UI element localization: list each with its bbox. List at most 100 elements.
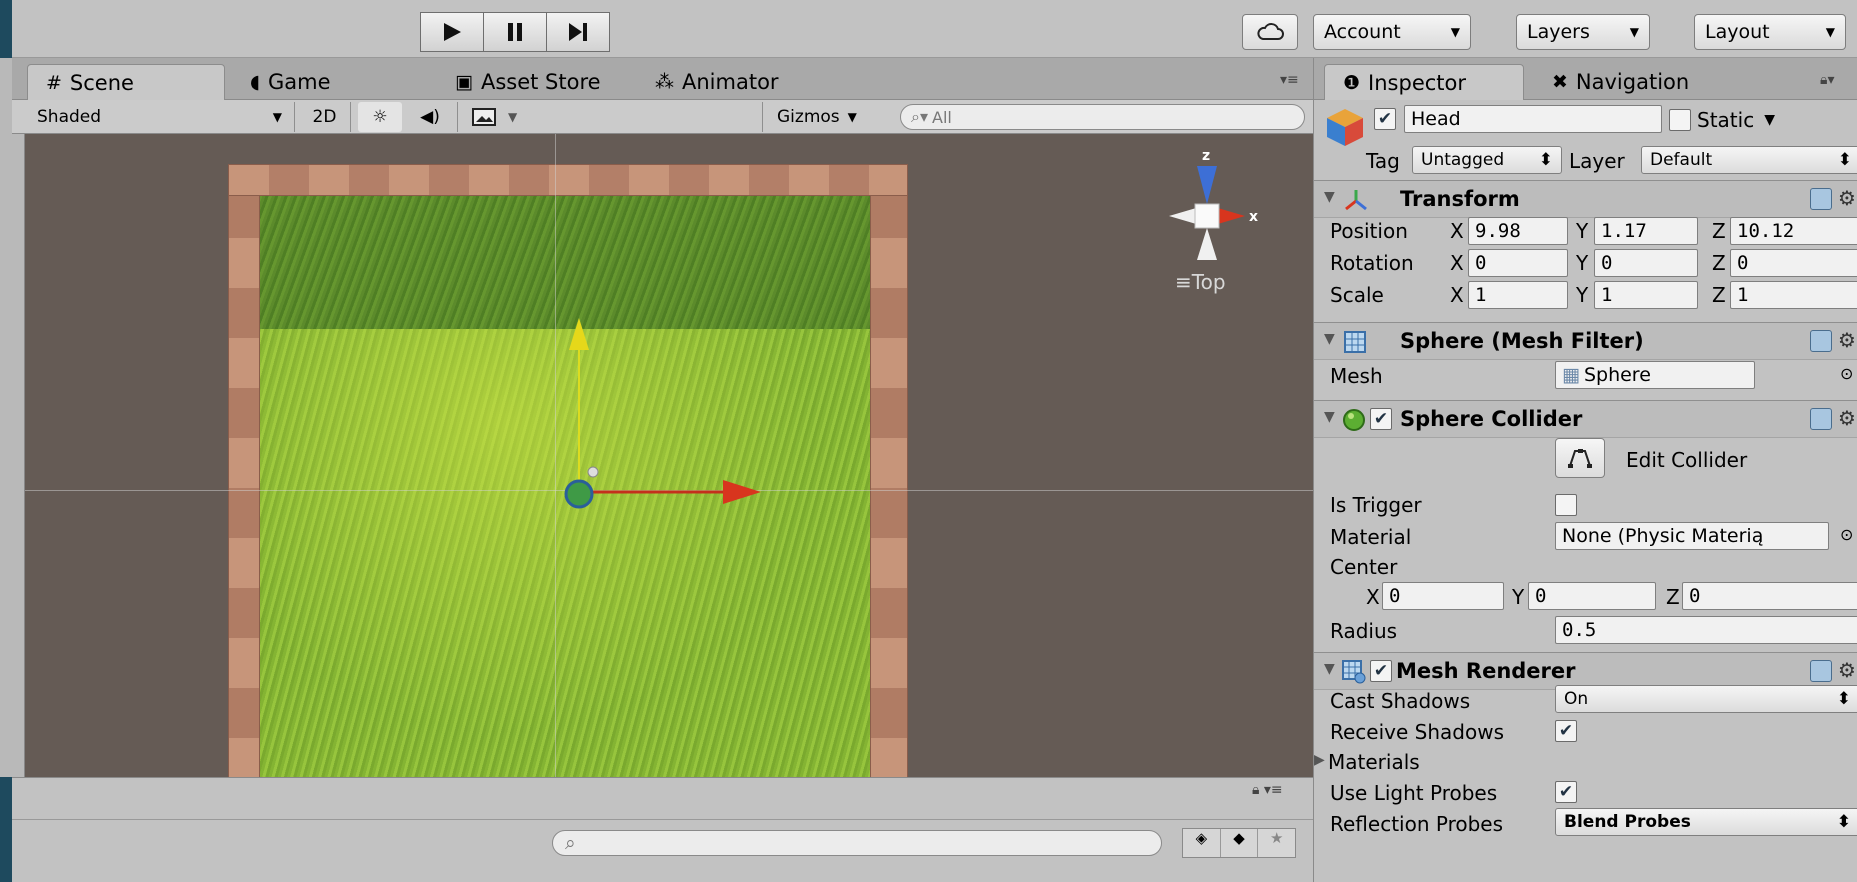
scale-x-field[interactable]: 1 [1468,281,1568,309]
scene-tab-bar: # Scene ◖ Game ▣ Asset Store ⁂ Animator … [12,58,1313,100]
foldout-arrow-icon[interactable]: ▼ [1324,331,1335,347]
position-label: Position [1330,219,1408,243]
move-gizmo[interactable] [535,304,775,514]
tag-dropdown[interactable]: Untagged ⬍ [1412,146,1562,174]
foldout-arrow-icon[interactable]: ▼ [1324,189,1335,205]
tab-navigation[interactable]: ✖ Navigation [1534,64,1754,100]
panel-menu-icon[interactable]: ▾≡ [1280,72,1299,88]
scene-viewport[interactable]: z x ≡Top [25,134,1313,777]
project-search-input[interactable]: ⌕ [552,830,1162,856]
lighting-toggle[interactable]: ☼ [358,102,402,132]
tag-icon[interactable]: ◆ [1219,829,1258,857]
cloud-button[interactable] [1242,14,1298,50]
pause-button[interactable] [484,12,547,52]
sphere-collider-header[interactable]: ▼ ✔ Sphere Collider ⚙ [1314,400,1857,438]
mesh-object-field[interactable]: ▦ Sphere [1555,361,1755,389]
materials-label[interactable]: Materials [1328,750,1420,774]
scale-z-field[interactable]: 1 [1730,281,1857,309]
layer-dropdown[interactable]: Default ⬍ [1641,146,1857,174]
tab-asset-store[interactable]: ▣ Asset Store [437,64,637,100]
audio-toggle[interactable]: ◀) [408,102,452,132]
star-icon[interactable]: ★ [1257,829,1295,857]
effects-dropdown[interactable]: ▼ [472,102,542,132]
layers-dropdown[interactable]: Layers ▼ [1516,14,1650,50]
x-axis-handle[interactable] [723,480,761,504]
gear-icon[interactable]: ⚙ [1838,658,1856,682]
mode-2d-toggle[interactable]: 2D [302,102,347,132]
rotation-y-field[interactable]: 0 [1594,249,1698,277]
cast-shadows-label: Cast Shadows [1330,689,1471,713]
help-book-icon[interactable] [1810,408,1832,430]
sphere-collider-icon [1343,409,1365,431]
use-light-probes-checkbox[interactable]: ✔ [1555,781,1577,803]
sphere-collider-enabled-checkbox[interactable]: ✔ [1370,408,1392,430]
play-button[interactable] [420,12,484,52]
tag-label: Tag [1366,149,1400,173]
step-button[interactable] [547,12,610,52]
object-picker-icon[interactable]: ⊙ [1840,364,1853,383]
tab-scene[interactable]: # Scene [27,64,225,100]
center-x-field[interactable]: 0 [1382,582,1504,610]
tab-game[interactable]: ◖ Game [232,64,422,100]
tab-game-label: Game [268,70,331,94]
is-trigger-checkbox[interactable] [1555,494,1577,516]
layout-dropdown[interactable]: Layout ▼ [1694,14,1846,50]
center-z-field[interactable]: 0 [1682,582,1857,610]
caret-updown-icon: ⬍ [1538,150,1553,170]
transform-header[interactable]: ▼ Transform ⚙ [1314,180,1857,218]
mesh-renderer-enabled-checkbox[interactable]: ✔ [1370,660,1392,682]
reflection-probes-dropdown[interactable]: Blend Probes ⬍ [1555,808,1857,836]
tab-animator[interactable]: ⁂ Animator [637,64,837,100]
orientation-gizmo[interactable]: z x [1155,146,1275,276]
center-y-field[interactable]: 0 [1528,582,1656,610]
tab-inspector[interactable]: ❶ Inspector [1324,64,1524,100]
help-book-icon[interactable] [1810,188,1832,210]
help-book-icon[interactable] [1810,330,1832,352]
shading-mode-dropdown[interactable]: Shaded ▼ [37,102,292,132]
edit-collider-button[interactable] [1555,438,1605,478]
material-label: Material [1330,525,1412,549]
active-checkbox[interactable]: ✔ [1374,108,1396,130]
foldout-arrow-icon[interactable]: ▼ [1324,409,1335,425]
foldout-arrow-icon[interactable]: ▶ [1314,752,1325,768]
shading-mode-label: Shaded [37,107,102,127]
gizmos-dropdown[interactable]: Gizmos ▼ [777,102,887,132]
gear-icon[interactable]: ⚙ [1838,328,1856,352]
axis-x-letter: X [1366,585,1380,609]
edit-collider-label: Edit Collider [1626,448,1748,472]
rotation-z-field[interactable]: 0 [1730,249,1857,277]
position-y-field[interactable]: 1.17 [1594,217,1698,245]
menu-icon: ≡ [1175,270,1192,294]
play-icon [444,23,461,41]
position-z-field[interactable]: 10.12 [1730,217,1857,245]
help-book-icon[interactable] [1810,660,1832,682]
lock-icon[interactable]: 🔒︎ ▾≡ [1252,782,1283,798]
y-axis-handle[interactable] [569,318,589,350]
radius-field[interactable]: 0.5 [1555,616,1857,644]
is-trigger-label: Is Trigger [1330,493,1422,517]
object-name-input[interactable]: Head [1404,105,1662,133]
static-checkbox[interactable] [1669,109,1691,131]
gear-icon[interactable]: ⚙ [1838,186,1856,210]
cast-shadows-dropdown[interactable]: On ⬍ [1555,685,1857,713]
mesh-filter-header[interactable]: ▼ Sphere (Mesh Filter) ⚙ [1314,322,1857,360]
static-toggle[interactable]: Static ▼ [1669,108,1775,132]
tab-navigation-label: Navigation [1575,70,1690,94]
lock-icon[interactable]: 🔒︎▾ [1820,72,1834,88]
mesh-icon: ▦ [1562,364,1580,386]
foldout-arrow-icon[interactable]: ▼ [1324,661,1335,677]
rotation-x-field[interactable]: 0 [1468,249,1568,277]
transform-title: Transform [1400,187,1520,211]
receive-shadows-checkbox[interactable]: ✔ [1555,720,1577,742]
account-dropdown[interactable]: Account ▼ [1313,14,1471,50]
selected-object-handle[interactable] [564,479,594,509]
main-toolbar: Account ▼ Layers ▼ Layout ▼ [12,0,1857,58]
material-object-field[interactable]: None (Physic Materią [1555,522,1829,550]
pause-icon [508,23,522,41]
object-picker-icon[interactable]: ⊙ [1840,525,1853,544]
gear-icon[interactable]: ⚙ [1838,406,1856,430]
scene-search-input[interactable]: ⌕▾ All [900,104,1305,130]
position-x-field[interactable]: 9.98 [1468,217,1568,245]
filter-type-icon[interactable]: ◈ [1183,829,1220,857]
scale-y-field[interactable]: 1 [1594,281,1698,309]
